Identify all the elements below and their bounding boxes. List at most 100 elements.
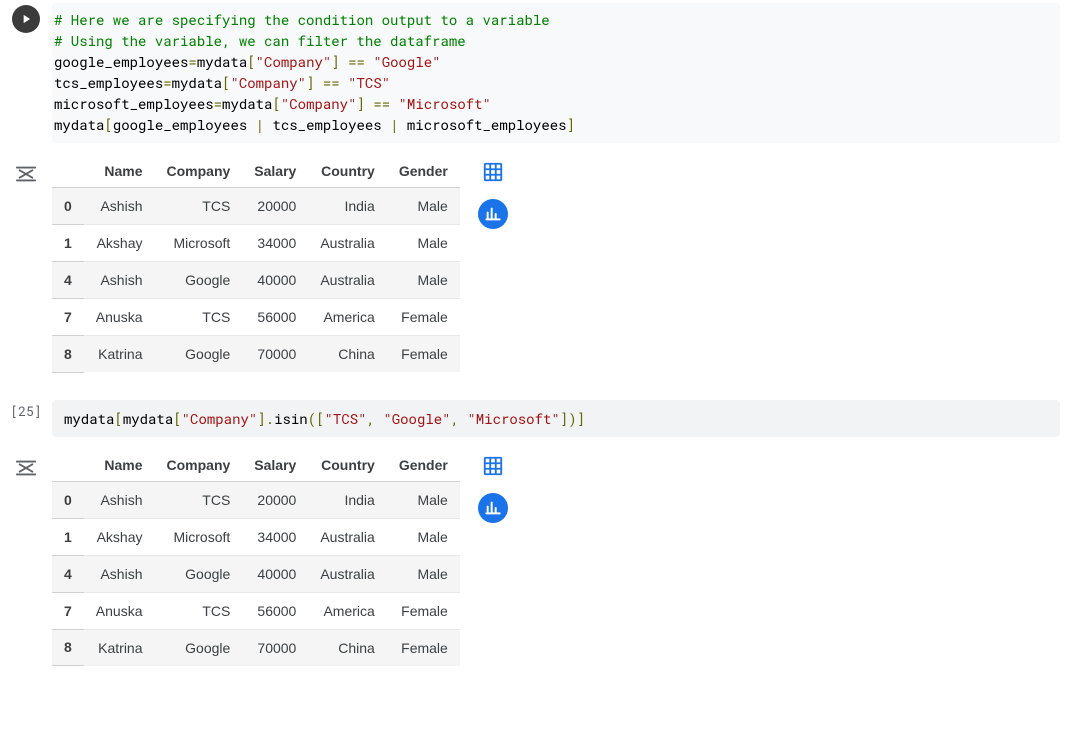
variable-inspector-icon[interactable] [15, 165, 37, 186]
table-cell: TCS [155, 299, 243, 336]
code-token: ([ [308, 409, 325, 428]
table-row: 7AnuskaTCS56000AmericaFemale [52, 592, 460, 629]
code-token [390, 94, 398, 113]
table-cell: Female [387, 592, 460, 629]
code-token [340, 73, 348, 92]
code-editor[interactable]: mydata[mydata["Company"].isin(["TCS", "G… [52, 400, 1060, 437]
table-cell: TCS [155, 592, 243, 629]
code-token: [ [173, 409, 181, 428]
code-token: microsoft_employees [407, 115, 567, 134]
table-cell: Akshay [84, 225, 155, 262]
column-header: Salary [242, 155, 308, 188]
code-token: "TCS" [325, 409, 367, 428]
code-token: # Here we are specifying the condition o… [54, 10, 550, 29]
table-cell: Ashish [84, 188, 155, 225]
output-actions [478, 451, 508, 523]
code-token: # Using the variable, we can filter the … [54, 31, 466, 50]
table-cell: Australia [308, 225, 386, 262]
code-token: "Microsoft" [399, 94, 491, 113]
table-cell: America [308, 592, 386, 629]
open-in-table-icon[interactable] [478, 451, 508, 481]
code-token: == [348, 52, 365, 71]
table-cell: Male [387, 225, 460, 262]
table-cell: Anuska [84, 592, 155, 629]
table-cell: America [308, 299, 386, 336]
cell-separator [0, 383, 1068, 397]
code-token: ] [567, 115, 575, 134]
code-token: tcs_employees [54, 73, 163, 92]
table-row: 1AkshayMicrosoft34000AustraliaMale [52, 225, 460, 262]
row-index: 1 [52, 518, 84, 555]
table-cell: 20000 [242, 481, 308, 518]
table-cell: Male [387, 481, 460, 518]
table-row: 1AkshayMicrosoft34000AustraliaMale [52, 518, 460, 555]
table-cell: India [308, 481, 386, 518]
table-cell: Male [387, 262, 460, 299]
table-row: 0AshishTCS20000IndiaMale [52, 481, 460, 518]
cell-content: # Here we are specifying the condition o… [52, 1, 1068, 149]
row-index: 7 [52, 592, 84, 629]
table-row: 7AnuskaTCS56000AmericaFemale [52, 299, 460, 336]
notebook-cell: [25] mydata[mydata["Company"].isin(["TCS… [0, 397, 1068, 443]
code-token [247, 115, 255, 134]
cell-gutter [0, 1, 52, 149]
code-token: == [323, 73, 340, 92]
index-header [52, 155, 84, 188]
row-index: 4 [52, 555, 84, 592]
table-cell: 34000 [242, 225, 308, 262]
column-header: Company [155, 449, 243, 482]
table-cell: Ashish [84, 555, 155, 592]
code-token: mydata [123, 409, 173, 428]
code-token: microsoft_employees [54, 94, 214, 113]
cell-output: NameCompanySalaryCountryGender0AshishTCS… [0, 149, 1068, 383]
table-cell: 70000 [242, 629, 308, 666]
code-token: mydata [172, 73, 222, 92]
table-cell: 40000 [242, 262, 308, 299]
table-row: 0AshishTCS20000IndiaMale [52, 188, 460, 225]
code-token: "Microsoft" [467, 409, 559, 428]
code-token: ] [357, 94, 365, 113]
table-cell: Katrina [84, 336, 155, 373]
table-cell: Google [155, 262, 243, 299]
table-row: 4AshishGoogle40000AustraliaMale [52, 555, 460, 592]
table-cell: China [308, 629, 386, 666]
table-cell: Google [155, 629, 243, 666]
suggest-charts-icon[interactable] [478, 199, 508, 229]
row-index: 0 [52, 188, 84, 225]
table-cell: Ashish [84, 262, 155, 299]
table-row: 8KatrinaGoogle70000ChinaFemale [52, 629, 460, 666]
notebook-cell: # Here we are specifying the condition o… [0, 0, 1068, 149]
row-index: 0 [52, 481, 84, 518]
code-token: ])] [560, 409, 585, 428]
table-cell: Ashish [84, 481, 155, 518]
table-cell: 34000 [242, 518, 308, 555]
table-cell: Female [387, 299, 460, 336]
row-index: 8 [52, 336, 84, 373]
code-token: google_employees [113, 115, 247, 134]
execution-count: [25] [10, 402, 41, 420]
variable-inspector-icon[interactable] [15, 459, 37, 480]
code-token: mydata [64, 409, 114, 428]
dataframe-table: NameCompanySalaryCountryGender0AshishTCS… [52, 449, 460, 667]
table-cell: Australia [308, 262, 386, 299]
code-token: [ [114, 409, 122, 428]
table-cell: 40000 [242, 555, 308, 592]
table-cell: Microsoft [155, 225, 243, 262]
table-cell: Female [387, 336, 460, 373]
code-token: = [188, 52, 196, 71]
code-token: google_employees [54, 52, 188, 71]
table-cell: Microsoft [155, 518, 243, 555]
table-row: 8KatrinaGoogle70000ChinaFemale [52, 336, 460, 373]
suggest-charts-icon[interactable] [478, 493, 508, 523]
code-editor[interactable]: # Here we are specifying the condition o… [52, 3, 1060, 143]
code-token [399, 115, 407, 134]
run-cell-button[interactable] [12, 5, 40, 33]
code-token: == [373, 94, 390, 113]
table-cell: TCS [155, 188, 243, 225]
code-token: tcs_employees [272, 115, 381, 134]
table-cell: 70000 [242, 336, 308, 373]
open-in-table-icon[interactable] [478, 157, 508, 187]
row-index: 1 [52, 225, 84, 262]
code-token: | [256, 115, 264, 134]
output-gutter [0, 155, 52, 373]
